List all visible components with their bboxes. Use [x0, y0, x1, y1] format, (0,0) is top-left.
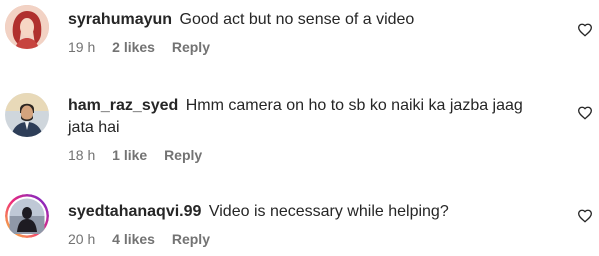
comment-time[interactable]: 19 h: [68, 39, 95, 55]
comment-meta: 19 h 2 likes Reply: [68, 39, 551, 55]
heart-outline-icon[interactable]: [577, 22, 593, 38]
comment-text: Good act but no sense of a video: [179, 11, 415, 28]
comment-text: Video is necessary while helping?: [208, 203, 449, 220]
comment-username[interactable]: ham_raz_syed: [68, 97, 178, 114]
comment-time[interactable]: 20 h: [68, 231, 95, 247]
avatar[interactable]: [5, 194, 49, 238]
comment-likes[interactable]: 4 likes: [112, 231, 155, 247]
comment-meta: 20 h 4 likes Reply: [68, 231, 551, 247]
heart-outline-icon[interactable]: [577, 105, 593, 121]
comment-likes[interactable]: 1 like: [112, 147, 147, 163]
comment-username[interactable]: syedtahanaqvi.99: [68, 203, 201, 220]
heart-outline-icon[interactable]: [577, 208, 593, 224]
avatar[interactable]: [5, 5, 49, 49]
comment-username[interactable]: syrahumayun: [68, 11, 172, 28]
comment-meta: 18 h 1 like Reply: [68, 147, 551, 163]
avatar[interactable]: [5, 93, 49, 137]
reply-button[interactable]: Reply: [172, 231, 210, 247]
comment-text-line: syrahumayun Good act but no sense of a v…: [68, 9, 551, 31]
comment-likes[interactable]: 2 likes: [112, 39, 155, 55]
reply-button[interactable]: Reply: [164, 147, 202, 163]
comment-body: ham_raz_syed Hmm camera on ho to sb ko n…: [68, 95, 551, 163]
comment-time[interactable]: 18 h: [68, 147, 95, 163]
comment-body: syedtahanaqvi.99 Video is necessary whil…: [68, 201, 551, 247]
comment-body: syrahumayun Good act but no sense of a v…: [68, 9, 551, 55]
comment-text-line: ham_raz_syed Hmm camera on ho to sb ko n…: [68, 95, 551, 139]
comment-text-line: syedtahanaqvi.99 Video is necessary whil…: [68, 201, 551, 223]
reply-button[interactable]: Reply: [172, 39, 210, 55]
